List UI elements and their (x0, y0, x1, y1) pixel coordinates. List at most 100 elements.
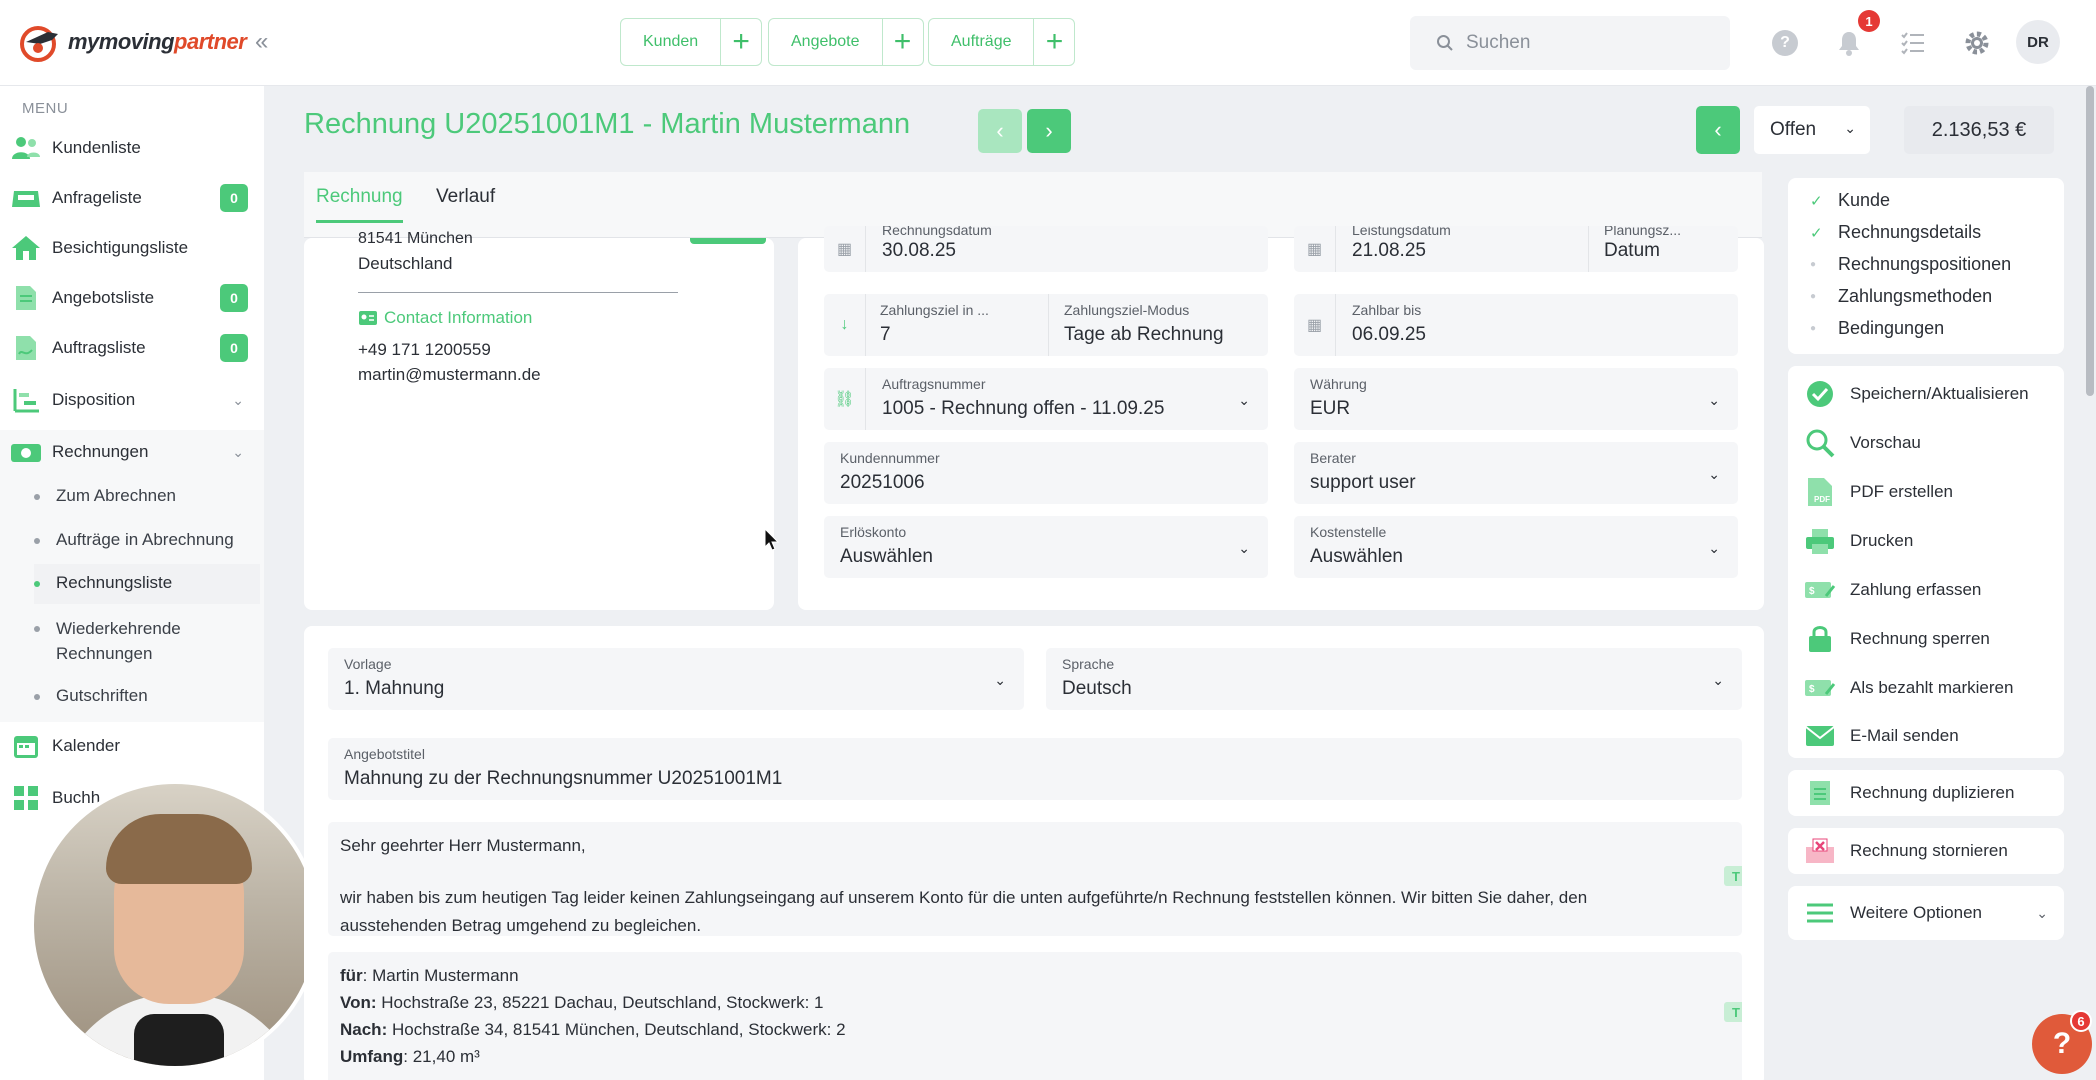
zahlungsziel-field[interactable]: ↓ Zahlungsziel in ... 7 Zahlungsziel-Mod… (824, 294, 1268, 356)
tab-rechnung[interactable]: Rechnung (316, 186, 403, 223)
sidebar-subitem-wiederkehrende-rechnungen[interactable]: Wiederkehrende Rechnungen (34, 616, 260, 666)
von-line: Von: Hochstraße 23, 85221 Dachau, Deutsc… (340, 993, 824, 1012)
nav-auftraege-button[interactable]: Aufträge (929, 19, 1035, 65)
add-auftrag-button[interactable]: + (1034, 19, 1074, 65)
gear-icon[interactable] (1960, 26, 1994, 60)
auftragsnummer-select[interactable]: ⛓ Auftragsnummer 1005 - Rechnung offen -… (824, 368, 1268, 430)
svg-text:PDF: PDF (1814, 495, 1830, 504)
link-icon: ⛓ (824, 368, 866, 430)
sidebar-subitem-auftraege-in-abrechnung[interactable]: Aufträge in Abrechnung (34, 530, 260, 550)
erloeskonto-select[interactable]: Erlöskonto Auswählen ⌄ (824, 516, 1268, 578)
help-icon[interactable]: ? (1768, 26, 1802, 60)
sidebar-item-label: Kundenliste (52, 138, 141, 157)
step-bedingungen[interactable]: ● Bedingungen (1810, 318, 1944, 339)
logo[interactable]: mymovingpartner (18, 20, 247, 64)
send-email-button[interactable]: E-Mail senden (1804, 716, 1959, 756)
sidebar-item-auftragsliste[interactable]: Auftragsliste 0 (10, 326, 260, 370)
create-pdf-button[interactable]: PDF PDF erstellen (1804, 472, 1953, 512)
step-kunde[interactable]: ✓ Kunde (1810, 190, 1890, 211)
cancel-document-icon (1804, 835, 1836, 867)
letter-body-editor[interactable]: Sehr geehrter Herr Mustermann, wir haben… (328, 822, 1742, 936)
add-kunde-button[interactable]: + (721, 19, 761, 65)
inbox-icon (10, 182, 42, 214)
fuer-line: für: Martin Mustermann (340, 966, 519, 985)
mark-paid-button[interactable]: $ Als bezahlt markieren (1804, 668, 2013, 708)
sidebar-item-besichtigungsliste[interactable]: Besichtigungsliste (10, 226, 260, 270)
status-select[interactable]: Offen ⌄ (1754, 106, 1870, 154)
sidebar-item-label: Rechnungen (52, 442, 149, 461)
actions-panel: Speichern/Aktualisieren Vorschau PDF PDF… (1788, 366, 2064, 758)
checklist-icon[interactable] (1896, 26, 1930, 60)
printer-icon (1804, 525, 1836, 557)
sidebar-item-label: Besichtigungsliste (52, 238, 189, 257)
count-badge: 0 (220, 184, 248, 212)
edit-customer-button[interactable] (690, 238, 766, 244)
berater-select[interactable]: Berater support user ⌄ (1294, 442, 1738, 504)
sidebar-item-label: Angebotsliste (52, 288, 155, 307)
contact-heading: Contact Information (358, 308, 532, 328)
waehrung-select[interactable]: Währung EUR ⌄ (1294, 368, 1738, 430)
tab-verlauf[interactable]: Verlauf (436, 186, 495, 220)
sidebar-item-kundenliste[interactable]: Kundenliste (10, 126, 260, 170)
prev-invoice-button[interactable]: ‹ (978, 109, 1022, 153)
count-badge: 0 (220, 284, 248, 312)
customer-city: 81541 München (358, 230, 473, 247)
check-icon: ✓ (1810, 192, 1823, 210)
house-icon (10, 232, 42, 264)
search-input[interactable]: Suchen (1410, 16, 1730, 70)
kostenstelle-select[interactable]: Kostenstelle Auswählen ⌄ (1294, 516, 1738, 578)
microphone-icon (134, 1014, 224, 1066)
sidebar-item-rechnungen[interactable]: Rechnungen ⌄ (10, 430, 260, 474)
bell-icon[interactable] (1832, 26, 1866, 60)
top-bar: mymovingpartner « Kunden + Angebote + Au… (0, 0, 2096, 86)
angebotstitel-field[interactable]: Angebotstitel Mahnung zu der Rechnungsnu… (328, 738, 1742, 800)
chevron-down-icon: ⌄ (232, 391, 244, 408)
customer-email[interactable]: martin@mustermann.de (358, 365, 541, 385)
rechnungsdatum-field[interactable]: ▦ Rechnungsdatum 30.08.25 (824, 226, 1268, 272)
add-angebot-button[interactable]: + (883, 19, 923, 65)
nav-kunden-button[interactable]: Kunden (621, 19, 722, 65)
more-options-button[interactable]: Weitere Optionen ⌄ (1788, 886, 2064, 940)
step-rechnungspositionen[interactable]: ● Rechnungspositionen (1810, 254, 2011, 275)
text-format-button[interactable]: T (1724, 1002, 1742, 1022)
duplicate-invoice-button[interactable]: Rechnung duplizieren (1788, 770, 2064, 816)
chevron-down-icon: ⌄ (1708, 540, 1720, 556)
sidebar-item-anfrageliste[interactable]: Anfrageliste 0 (10, 176, 260, 220)
kundennummer-field[interactable]: Kundennummer 20251006 (824, 442, 1268, 504)
record-payment-button[interactable]: $ Zahlung erfassen (1804, 570, 1981, 610)
vorlage-select[interactable]: Vorlage 1. Mahnung ⌄ (328, 648, 1024, 710)
lock-icon (1804, 623, 1836, 655)
step-rechnungsdetails[interactable]: ✓ Rechnungsdetails (1810, 222, 1981, 243)
preview-button[interactable]: Vorschau (1804, 423, 1921, 463)
sprache-select[interactable]: Sprache Deutsch ⌄ (1046, 648, 1742, 710)
collapse-sidebar-icon[interactable]: « (255, 28, 268, 56)
text-format-button[interactable]: T (1724, 866, 1742, 886)
calculator-icon (10, 782, 42, 814)
sidebar-item-label: Disposition (52, 390, 136, 409)
calendar-icon (10, 730, 42, 762)
sidebar-item-label: Auftragsliste (52, 338, 146, 357)
page-scrollbar[interactable] (2086, 86, 2094, 396)
print-button[interactable]: Drucken (1804, 521, 1913, 561)
sidebar-item-disposition[interactable]: Disposition ⌄ (10, 378, 260, 422)
lock-invoice-button[interactable]: Rechnung sperren (1804, 619, 1990, 659)
invoice-details-card: ▦ Rechnungsdatum 30.08.25 ▦ Leistungsdat… (798, 226, 1764, 610)
sidebar-subitem-gutschriften[interactable]: Gutschriften (34, 686, 260, 706)
zahlbar-bis-field[interactable]: ▦ Zahlbar bis 06.09.25 (1294, 294, 1738, 356)
nav-angebote-button[interactable]: Angebote (769, 19, 883, 65)
cancel-invoice-button[interactable]: Rechnung stornieren (1788, 828, 2064, 874)
sidebar-subitem-rechnungsliste[interactable]: Rechnungsliste (34, 564, 260, 604)
user-avatar[interactable]: DR (2016, 20, 2060, 64)
sidebar-item-angebotsliste[interactable]: Angebotsliste 0 (10, 276, 260, 320)
chevron-down-icon: ⌄ (1238, 392, 1250, 408)
sidebar-subitem-zum-abrechnen[interactable]: Zum Abrechnen (34, 486, 260, 506)
customer-country: Deutschland (358, 254, 453, 273)
save-button[interactable]: Speichern/Aktualisieren (1804, 374, 2029, 414)
step-zahlungsmethoden[interactable]: ● Zahlungsmethoden (1810, 286, 1992, 307)
next-invoice-button[interactable]: › (1027, 109, 1071, 153)
sidebar-item-kalender[interactable]: Kalender (10, 724, 260, 768)
leistungsdatum-field[interactable]: ▦ Leistungsdatum 21.08.25 Planungsz... D… (1294, 226, 1738, 272)
status-back-button[interactable]: ‹ (1696, 106, 1740, 154)
magnifier-icon (1804, 427, 1836, 459)
move-details-editor[interactable]: für: Martin Mustermann Von: Hochstraße 2… (328, 952, 1742, 1080)
